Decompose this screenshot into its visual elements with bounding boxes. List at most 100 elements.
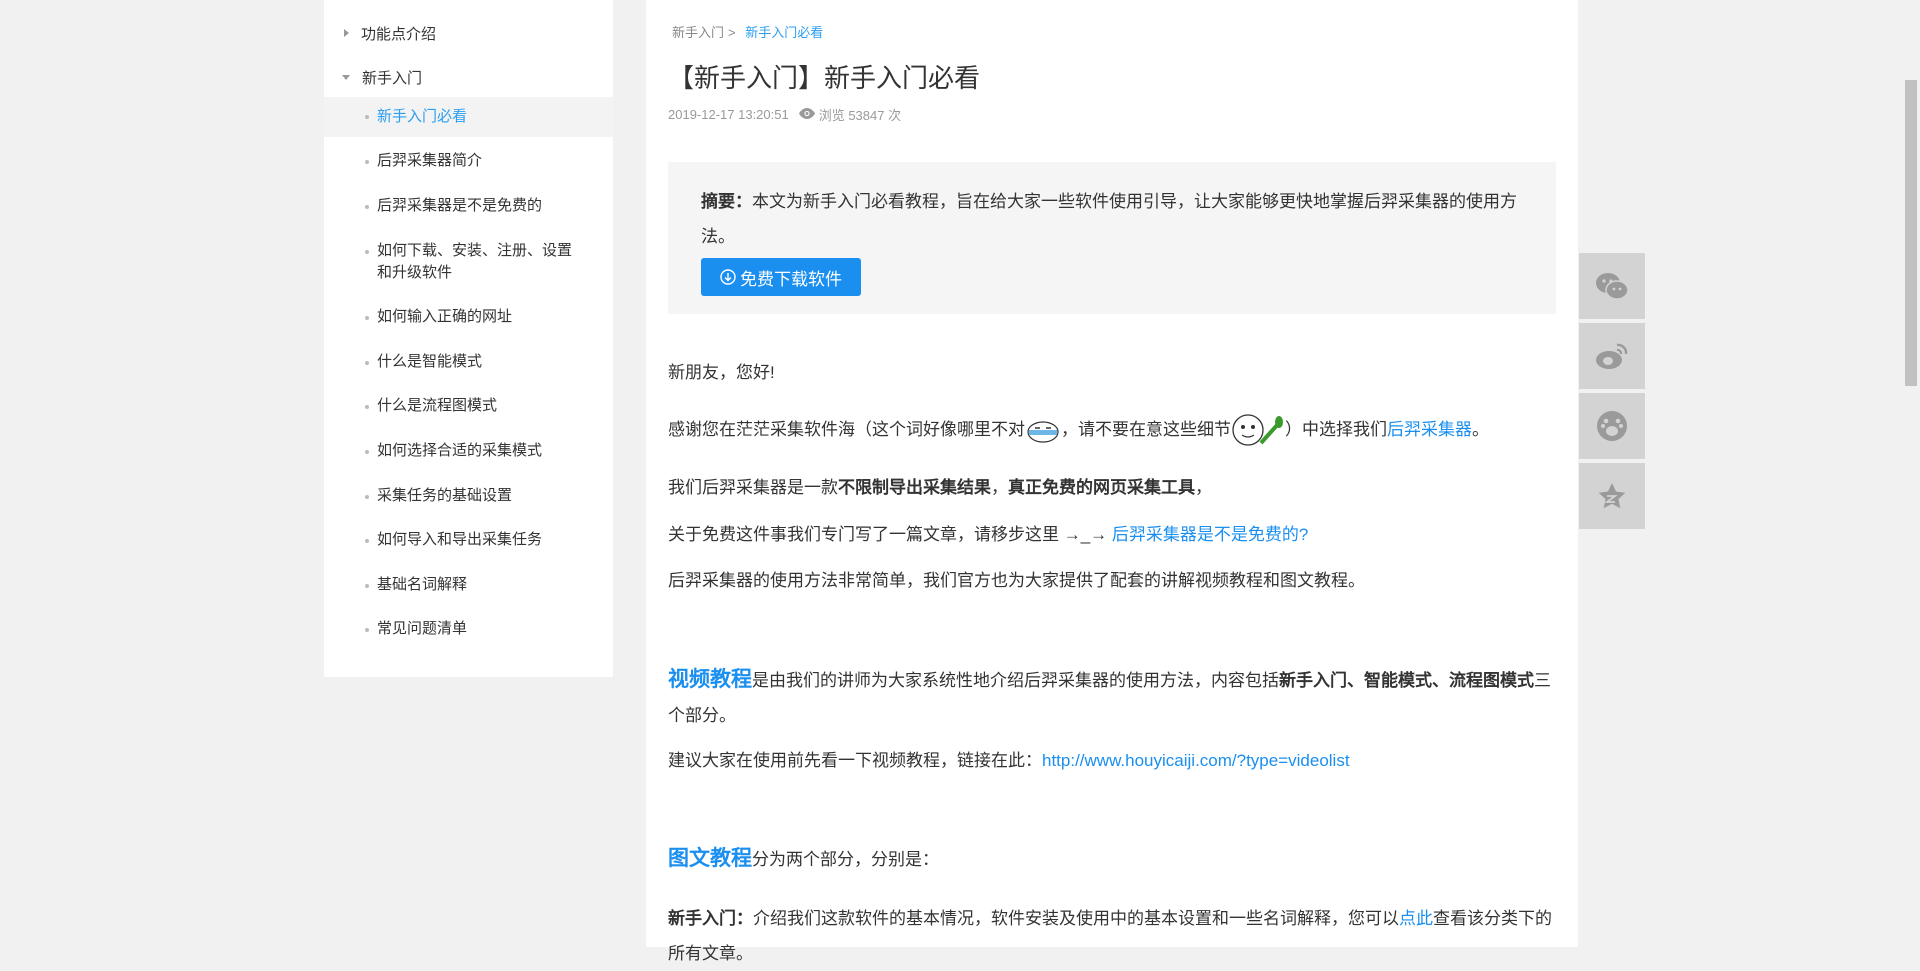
download-button[interactable]: 免费下载软件 — [701, 258, 861, 296]
chevron-down-icon — [342, 74, 350, 80]
bullet-icon — [365, 205, 369, 209]
view-count: 浏览 53847 次 — [818, 108, 902, 123]
houyi-link[interactable]: 后羿采集器 — [1387, 420, 1472, 439]
text-segment: 分为两个部分，分别是： — [752, 850, 939, 869]
video-list-link[interactable]: http://www.houyicaiji.com/?type=videolis… — [1042, 751, 1350, 770]
video-tutorial-link[interactable]: 视频教程 — [668, 668, 752, 691]
bullet-icon — [365, 539, 369, 543]
summary-label: 摘要： — [701, 192, 752, 211]
bullet-icon — [365, 160, 369, 164]
sidebar-group-label: 功能点介绍 — [361, 25, 437, 43]
favorite-icon — [1598, 483, 1626, 509]
favorite-button[interactable] — [1579, 463, 1645, 529]
sidebar-item-label: 采集任务的基础设置 — [377, 487, 513, 504]
page-title: 【新手入门】新手入门必看 — [668, 63, 981, 93]
text-segment: 是由我们的讲师为大家系统性地介绍后羿采集器的使用方法，内容包括 — [752, 671, 1279, 690]
sidebar-item-import-export[interactable]: 如何导入和导出采集任务 — [324, 529, 613, 551]
download-button-label: 免费下载软件 — [740, 269, 842, 289]
summary-text: 摘要：本文为新手入门必看教程，旨在给大家一些软件使用引导，让大家能够更快地掌握后… — [701, 184, 1526, 254]
breadcrumb: 新手入门 > 新手入门必看 — [672, 22, 823, 41]
sidebar-item-task-settings[interactable]: 采集任务的基础设置 — [324, 485, 613, 507]
sidebar-item-label: 常见问题清单 — [377, 620, 468, 637]
breadcrumb-parent-link[interactable]: 新手入门 — [672, 25, 724, 40]
sidebar-group-features[interactable]: 功能点介绍 — [324, 13, 613, 53]
sidebar-item-smart-mode[interactable]: 什么是智能模式 — [324, 351, 613, 373]
share-weibo-button[interactable] — [1579, 323, 1645, 389]
sidebar-item-label: 后羿采集器简介 — [377, 152, 483, 169]
breadcrumb-current: 新手入门必看 — [745, 25, 824, 40]
newbie-paragraph: 新手入门：介绍我们这款软件的基本情况，软件安装及使用中的基本设置和一些名词解释，… — [668, 901, 1556, 971]
sidebar-item-label: 如何输入正确的网址 — [377, 308, 513, 325]
free-article-paragraph: 关于免费这件事我们专门写了一篇文章，请移步这里 →_→ 后羿采集器是不是免费的? — [668, 517, 1556, 552]
wechat-icon — [1596, 273, 1629, 300]
sidebar-item-glossary[interactable]: 基础名词解释 — [324, 574, 613, 596]
click-here-link[interactable]: 点此 — [1399, 909, 1433, 928]
sidebar-item-download-install[interactable]: 如何下载、安装、注册、设置和升级软件 — [324, 240, 613, 284]
sidebar-item-label: 什么是流程图模式 — [377, 397, 498, 414]
sidebar-item-label: 基础名词解释 — [377, 576, 468, 593]
bullet-icon — [365, 115, 369, 119]
sidebar-item-label: 如何下载、安装、注册、设置和升级软件 — [377, 242, 573, 281]
sidebar-item-label: 如何导入和导出采集任务 — [377, 531, 543, 548]
sidebar-nav: 功能点介绍 新手入门 新手入门必看 后羿采集器简介 后羿采集器是不是免费的 如何… — [324, 0, 613, 677]
sidebar-item-intro[interactable]: 后羿采集器简介 — [324, 150, 613, 172]
weibo-icon — [1596, 343, 1628, 369]
sidebar-item-free[interactable]: 后羿采集器是不是免费的 — [324, 195, 613, 217]
video-link-paragraph: 建议大家在使用前先看一下视频教程，链接在此：http://www.houyica… — [668, 743, 1556, 778]
video-tutorial-paragraph: 视频教程是由我们的讲师为大家系统性地介绍后羿采集器的使用方法，内容包括新手入门、… — [668, 662, 1556, 733]
sidebar-group-label: 新手入门 — [362, 69, 423, 87]
text-segment: ）中选择我们 — [1285, 420, 1387, 439]
bullet-icon — [365, 628, 369, 632]
bold-segment: 新手入门： — [668, 909, 753, 928]
bold-segment: 新手入门、智能模式、流程图模式 — [1279, 671, 1534, 690]
download-icon — [720, 269, 736, 285]
sidebar-item-flowchart-mode[interactable]: 什么是流程图模式 — [324, 395, 613, 417]
baidu-icon — [1597, 411, 1627, 441]
share-baidu-button[interactable] — [1579, 393, 1645, 459]
publish-date: 2019-12-17 13:20:51 — [668, 107, 789, 122]
text-segment: 我们后羿采集器是一款 — [668, 478, 838, 497]
breadcrumb-separator: > — [728, 25, 736, 40]
bullet-icon — [365, 316, 369, 320]
sidebar-item-label: 后羿采集器是不是免费的 — [377, 197, 543, 214]
sidebar-group-beginner[interactable]: 新手入门 — [324, 57, 613, 97]
text-segment: ， — [991, 478, 1008, 497]
bullet-icon — [365, 250, 369, 254]
bullet-icon — [365, 361, 369, 365]
bold-segment: 不限制导出采集结果 — [838, 478, 991, 497]
text-segment: 介绍我们这款软件的基本情况，软件安装及使用中的基本设置和一些名词解释，您可以 — [753, 909, 1399, 928]
graphic-tutorial-link[interactable]: 图文教程 — [668, 847, 752, 870]
sidebar-item-label: 如何选择合适的采集模式 — [377, 442, 543, 459]
sidebar-item-url[interactable]: 如何输入正确的网址 — [324, 306, 613, 328]
article-meta: 2019-12-17 13:20:51 浏览 53847 次 — [668, 105, 901, 124]
summary-box: 摘要：本文为新手入门必看教程，旨在给大家一些软件使用引导，让大家能够更快地掌握后… — [668, 162, 1556, 314]
summary-body: 本文为新手入门必看教程，旨在给大家一些软件使用引导，让大家能够更快地掌握后羿采集… — [701, 192, 1517, 246]
bold-segment: 真正免费的网页采集工具 — [1008, 478, 1195, 497]
eye-icon — [798, 107, 815, 122]
article-panel: 新手入门 > 新手入门必看 【新手入门】新手入门必看 2019-12-17 13:… — [646, 0, 1578, 963]
chevron-right-icon — [344, 29, 349, 37]
graphic-tutorial-paragraph: 图文教程分为两个部分，分别是： — [668, 841, 1556, 877]
sidebar-item-label: 新手入门必看 — [377, 108, 468, 125]
sidebar-item-beginner-guide[interactable]: 新手入门必看 — [324, 97, 613, 137]
share-wechat-button[interactable] — [1579, 253, 1645, 319]
free-article-link[interactable]: 后羿采集器是不是免费的? — [1112, 525, 1308, 544]
bullet-icon — [365, 495, 369, 499]
bullet-icon — [365, 450, 369, 454]
greeting-paragraph: 新朋友，您好! — [668, 363, 775, 382]
text-segment: ， — [1195, 478, 1212, 497]
text-segment: ，请不要在意这些细节 — [1061, 420, 1231, 439]
bullet-icon — [365, 584, 369, 588]
scrollbar-thumb[interactable] — [1905, 80, 1917, 386]
sidebar-item-choose-mode[interactable]: 如何选择合适的采集模式 — [324, 440, 613, 462]
thanks-paragraph: 感谢您在茫茫采集软件海（这个词好像哪里不对 ，请不要在意这些细节 ）中选择我们后羿采… — [668, 412, 1556, 449]
meme-emoji-icon — [1231, 413, 1285, 449]
text-segment: 关于免费这件事我们专门写了一篇文章，请移步这里 →_→ — [668, 525, 1112, 544]
text-segment: 感谢您在茫茫采集软件海（这个词好像哪里不对 — [668, 420, 1025, 439]
sidebar-item-label: 什么是智能模式 — [377, 353, 483, 370]
text-segment: 建议大家在使用前先看一下视频教程，链接在此： — [668, 751, 1042, 770]
text-segment: 。 — [1472, 420, 1489, 439]
sidebar-item-faq[interactable]: 常见问题清单 — [324, 618, 613, 640]
free-tool-paragraph: 我们后羿采集器是一款不限制导出采集结果，真正免费的网页采集工具， — [668, 470, 1556, 505]
bullet-icon — [365, 405, 369, 409]
